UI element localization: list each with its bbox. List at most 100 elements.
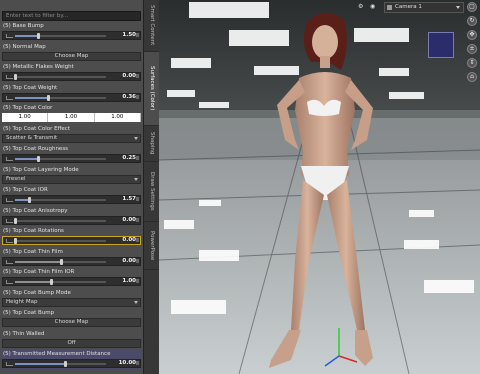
slider-track[interactable] — [15, 156, 106, 162]
property-button[interactable]: Choose Map — [2, 318, 141, 327]
dropdown-value: Scatter & Transmit — [6, 134, 58, 141]
property-dropdown[interactable]: Scatter & Transmit — [2, 133, 141, 143]
slider-value[interactable]: 0.00 — [122, 258, 136, 265]
checkbox-icon[interactable] — [6, 75, 13, 79]
color-channel[interactable]: 1.00 — [94, 113, 141, 122]
checkbox-icon[interactable] — [6, 218, 13, 223]
tab-surfaces[interactable]: Surfaces (Color) — [144, 52, 160, 126]
property-row: (5) Top Coat Weight 0.36 — [2, 84, 141, 103]
slider-value[interactable]: 1.50 — [122, 32, 136, 39]
slider-track[interactable] — [14, 74, 106, 80]
gear-icon[interactable]: ⚙ — [358, 3, 365, 10]
slider-knob[interactable] — [14, 238, 17, 244]
slider-track[interactable] — [15, 197, 106, 203]
pan-icon[interactable]: ✥ — [467, 30, 477, 40]
lock-icon[interactable] — [136, 197, 139, 201]
checkbox-icon[interactable] — [6, 198, 13, 202]
slider-knob[interactable] — [50, 279, 54, 285]
checkbox-icon[interactable] — [6, 280, 13, 284]
lock-icon[interactable] — [136, 258, 139, 263]
property-label: (5) Top Coat Thin Film IOR — [3, 269, 75, 275]
property-slider[interactable]: 0.25 — [2, 154, 141, 163]
color-channel[interactable]: 1.00 — [48, 113, 95, 122]
property-slider[interactable]: 0.00 — [2, 236, 141, 245]
slider-track[interactable] — [15, 94, 106, 101]
tab-shaping[interactable]: Shaping — [144, 126, 160, 162]
property-dropdown[interactable]: Height Map — [2, 297, 141, 307]
slider-value[interactable]: 10.00 — [119, 360, 136, 367]
slider-track[interactable] — [14, 217, 106, 224]
checkbox-icon[interactable] — [6, 239, 13, 243]
slider-value[interactable]: 1.00 — [122, 278, 136, 285]
slider-value[interactable]: 0.00 — [122, 237, 136, 244]
slider-knob[interactable] — [36, 156, 40, 162]
property-slider[interactable]: 1.00 — [2, 277, 141, 286]
slider-knob[interactable] — [46, 94, 50, 101]
lock-icon[interactable] — [136, 217, 139, 222]
lock-icon[interactable] — [136, 33, 139, 37]
property-row: (5) Top Coat Layering Mode Fresnel — [2, 166, 141, 185]
property-slider[interactable]: 0.00 — [2, 256, 141, 266]
property-label: (5) Base Bump — [3, 23, 44, 29]
orbit-icon[interactable]: ↻ — [467, 16, 477, 26]
slider-track[interactable] — [15, 258, 106, 265]
property-slider[interactable]: 0.36 — [2, 92, 141, 102]
checkbox-icon[interactable] — [6, 95, 13, 100]
filter-input[interactable]: Enter text to filter by... — [2, 11, 141, 21]
slider-value[interactable]: 0.00 — [122, 217, 136, 224]
property-row: (5) Top Coat Bump Choose Map — [2, 309, 141, 328]
slider-knob[interactable] — [59, 258, 63, 265]
frame-icon[interactable]: ▢ — [467, 2, 477, 12]
property-dropdown[interactable]: Fresnel — [2, 174, 141, 184]
property-button[interactable]: Off — [2, 338, 141, 348]
lock-icon[interactable] — [136, 238, 139, 242]
slider-knob[interactable] — [64, 361, 68, 367]
checkbox-icon[interactable] — [6, 34, 13, 38]
property-slider[interactable]: 0.00 — [2, 72, 141, 81]
checkbox-icon[interactable] — [6, 362, 13, 366]
camera-controls: ▢ ↻ ✥ ± ⇕ ⌂ — [466, 2, 479, 82]
color-channel[interactable]: 1.00 — [2, 113, 49, 122]
slider-track[interactable] — [15, 279, 106, 285]
lock-icon[interactable] — [136, 156, 139, 160]
checkbox-icon[interactable] — [6, 259, 13, 264]
slider-value[interactable]: 0.36 — [122, 94, 136, 101]
slider-knob[interactable] — [14, 74, 17, 80]
lock-icon[interactable] — [136, 94, 139, 99]
slider-fill — [15, 35, 38, 37]
property-slider[interactable]: 1.57 — [2, 195, 141, 204]
dolly-icon[interactable]: ⇕ — [467, 58, 477, 68]
property-button[interactable]: Choose Map — [2, 51, 141, 61]
property-row: (5) Top Coat Roughness 0.25 — [2, 145, 141, 164]
property-slider[interactable]: 0.00 — [2, 215, 141, 225]
tab-draw-settings[interactable]: Draw Settings — [144, 162, 160, 222]
slider-knob[interactable] — [27, 197, 31, 203]
slider-track[interactable] — [15, 361, 106, 367]
checkbox-icon[interactable] — [6, 157, 13, 161]
zoom-icon[interactable]: ± — [467, 44, 477, 54]
slider-knob[interactable] — [36, 33, 40, 39]
tab-smart-content[interactable]: Smart Content — [144, 0, 160, 52]
lock-icon[interactable] — [136, 361, 139, 365]
property-label: (5) Normal Map — [3, 43, 46, 50]
slider-knob[interactable] — [14, 217, 17, 224]
slider-value[interactable]: 1.57 — [122, 196, 136, 203]
slider-value[interactable]: 0.25 — [122, 155, 136, 162]
property-row: (5) Top Coat Color 1.00 1.00 1.00 — [2, 104, 141, 123]
camera-select[interactable]: Camera 1 — [384, 2, 464, 13]
lock-icon[interactable] — [136, 279, 139, 283]
property-slider[interactable]: 1.50 — [2, 31, 141, 40]
chevron-down-icon — [134, 136, 138, 140]
camera-icon[interactable]: ◉ — [370, 3, 377, 10]
property-label: (5) Top Coat Bump Mode — [3, 289, 71, 296]
slider-track[interactable] — [14, 238, 106, 244]
tab-powerpose[interactable]: PowerPose — [144, 222, 160, 270]
view-cube-icon[interactable] — [428, 32, 454, 58]
home-icon[interactable]: ⌂ — [467, 72, 477, 82]
lock-icon[interactable] — [136, 74, 139, 78]
property-slider[interactable]: 10.00 — [2, 359, 141, 368]
color-field[interactable]: 1.00 1.00 1.00 — [2, 113, 141, 122]
slider-value[interactable]: 0.00 — [122, 73, 136, 80]
slider-track[interactable] — [15, 33, 106, 39]
property-row: (5) Top Coat Thin Film 0.00 — [2, 248, 141, 267]
